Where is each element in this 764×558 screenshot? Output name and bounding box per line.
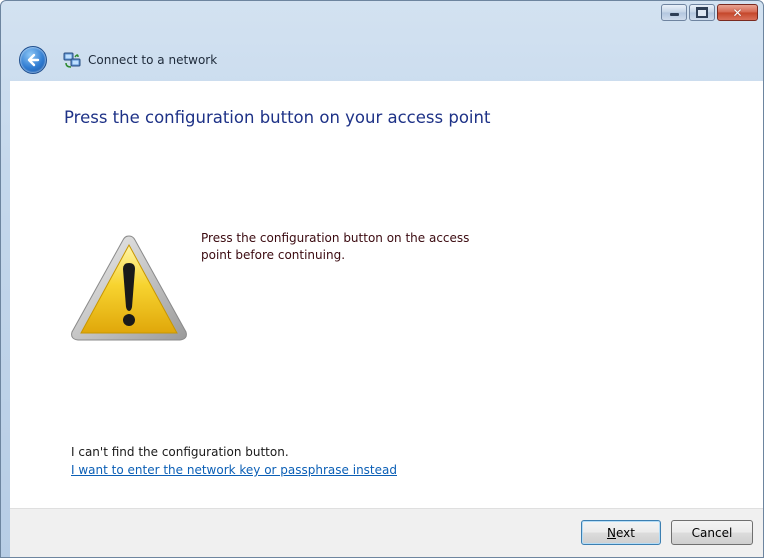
back-button[interactable] (19, 46, 47, 74)
cant-find-text: I can't find the configuration button. (71, 445, 289, 459)
caption-buttons: ✕ (661, 4, 758, 21)
instruction-message: Press the configuration button on the ac… (201, 231, 470, 262)
network-connection-icon (63, 52, 81, 68)
warning-icon (71, 235, 187, 341)
minimize-button[interactable] (661, 4, 687, 21)
back-arrow-icon (27, 53, 40, 67)
cancel-button-label: Cancel (691, 525, 733, 540)
window-title: Connect to a network (88, 53, 218, 67)
close-button[interactable]: ✕ (717, 4, 758, 21)
cancel-button[interactable]: Cancel (671, 520, 753, 545)
maximize-icon (696, 7, 708, 18)
next-button-label: Next (607, 525, 635, 540)
navigation-bar: Connect to a network (1, 39, 763, 81)
page-heading: Press the configuration button on your a… (64, 108, 491, 127)
enter-network-key-link[interactable]: I want to enter the network key or passp… (71, 463, 397, 477)
content-area: Press the configuration button on your a… (10, 81, 763, 508)
maximize-button[interactable] (689, 4, 715, 21)
next-button[interactable]: Next (581, 520, 661, 545)
dialog-window: ✕ Connect to a network Press the configu… (0, 0, 764, 558)
minimize-icon (669, 13, 679, 16)
close-icon: ✕ (732, 5, 743, 20)
dialog-footer: Next Cancel (10, 508, 763, 557)
